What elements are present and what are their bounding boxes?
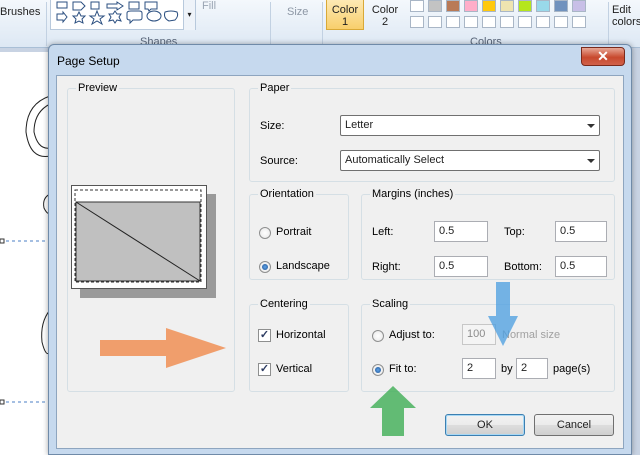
landscape-label[interactable]: Landscape	[276, 260, 330, 272]
palette-swatch[interactable]	[428, 0, 442, 12]
color2-label: Color	[371, 4, 399, 16]
shapes-scroll[interactable]: ▾	[183, 0, 195, 30]
pages-label: page(s)	[553, 363, 591, 375]
palette-swatch[interactable]	[446, 0, 460, 12]
shapes-gallery[interactable]: ▾	[50, 0, 196, 30]
bottom-margin-label: Bottom:	[504, 261, 542, 273]
source-label: Source:	[260, 155, 298, 167]
checkmark-icon: ✓	[259, 363, 270, 375]
palette-swatch[interactable]	[500, 0, 514, 12]
dialog-body: Preview Paper Size: Letter Source: Autom…	[56, 75, 624, 449]
edit-colors-label: Edit	[612, 4, 631, 16]
centering-title: Centering	[258, 298, 310, 310]
orange-arrow-right-icon	[100, 328, 226, 368]
preview-title: Preview	[76, 82, 120, 94]
top-margin-label: Top:	[504, 226, 525, 238]
checkmark-icon: ✓	[259, 329, 270, 341]
page-setup-dialog: Page Setup ✕ Preview Paper Size: Letter	[48, 44, 632, 455]
paper-title: Paper	[258, 82, 292, 94]
ribbon-separator	[270, 2, 271, 46]
right-margin-label: Right:	[372, 261, 401, 273]
palette-swatch[interactable]	[536, 0, 550, 12]
orientation-title: Orientation	[258, 188, 316, 200]
palette-swatch[interactable]	[482, 0, 496, 12]
bottom-margin-input[interactable]: 0.5	[555, 256, 607, 277]
horizontal-checkbox[interactable]: ✓	[258, 329, 271, 342]
palette-swatch[interactable]	[572, 16, 586, 28]
portrait-label[interactable]: Portrait	[276, 226, 311, 238]
adjust-to-radio[interactable]	[372, 330, 384, 342]
palette-swatch[interactable]	[518, 16, 532, 28]
left-margin-label: Left:	[372, 226, 394, 238]
preview-drawing	[74, 189, 202, 283]
fill-button[interactable]: Fill	[202, 0, 216, 12]
close-icon: ✕	[597, 48, 609, 64]
ribbon-separator	[608, 2, 609, 46]
color1-number: 1	[341, 16, 349, 28]
paper-size-value: Letter	[345, 119, 374, 131]
edit-colors-button[interactable]: Edit colors	[612, 4, 640, 28]
margins-title: Margins (inches)	[370, 188, 456, 200]
size-label: Size:	[260, 120, 285, 132]
ribbon: Brushes ▾ Fill Shapes Size Color 1 Color…	[0, 0, 640, 48]
cancel-button[interactable]: Cancel	[534, 414, 614, 436]
paper-source-select[interactable]: Automatically Select	[340, 150, 600, 171]
portrait-radio[interactable]	[259, 227, 271, 239]
scaling-title: Scaling	[370, 298, 411, 310]
left-margin-input[interactable]: 0.5	[434, 221, 488, 242]
centering-group: Centering ✓ Horizontal ✓ Vertical	[249, 298, 349, 392]
dialog-titlebar[interactable]: Page Setup ✕	[49, 45, 631, 75]
fit-to-radio[interactable]	[372, 364, 384, 376]
fit-pages-wide-input[interactable]: 2	[462, 358, 496, 379]
vertical-label[interactable]: Vertical	[276, 363, 312, 375]
palette-swatch[interactable]	[464, 0, 478, 12]
landscape-radio[interactable]	[259, 261, 271, 273]
brushes-button[interactable]: Brushes	[0, 6, 40, 18]
palette-swatch[interactable]	[410, 0, 424, 12]
paper-size-select[interactable]: Letter	[340, 115, 600, 136]
green-arrow-up-icon	[370, 386, 416, 436]
chevron-down-icon	[587, 159, 595, 163]
palette-swatch[interactable]	[464, 16, 478, 28]
right-margin-input[interactable]: 0.5	[434, 256, 488, 277]
color1-button[interactable]: Color 1	[326, 0, 364, 30]
margins-group: Margins (inches) Left: 0.5 Top: 0.5 Righ…	[361, 188, 615, 280]
preview-page	[71, 185, 207, 289]
adjust-to-label[interactable]: Adjust to:	[389, 329, 435, 341]
fit-pages-tall-input[interactable]: 2	[516, 358, 548, 379]
palette-swatch[interactable]	[500, 16, 514, 28]
by-label: by	[501, 363, 513, 375]
edit-colors-label-2: colors	[612, 16, 640, 28]
color1-label: Color	[331, 4, 359, 16]
palette-swatch[interactable]	[554, 0, 568, 12]
paper-group: Paper Size: Letter Source: Automatically…	[249, 82, 615, 182]
palette-swatch[interactable]	[410, 16, 424, 28]
color2-number: 2	[381, 16, 389, 28]
horizontal-label[interactable]: Horizontal	[276, 329, 326, 341]
ribbon-separator	[46, 2, 47, 46]
palette-swatch[interactable]	[428, 16, 442, 28]
palette-swatch[interactable]	[518, 0, 532, 12]
orientation-group: Orientation Portrait Landscape	[249, 188, 349, 280]
size-button[interactable]: Size	[287, 6, 308, 18]
fit-to-label[interactable]: Fit to:	[389, 363, 417, 375]
palette-swatch[interactable]	[554, 16, 568, 28]
paper-source-value: Automatically Select	[345, 154, 445, 166]
top-margin-input[interactable]: 0.5	[555, 221, 607, 242]
blue-arrow-down-icon	[488, 282, 518, 346]
ok-button[interactable]: OK	[445, 414, 525, 436]
chevron-down-icon	[587, 124, 595, 128]
palette-swatch[interactable]	[446, 16, 460, 28]
dialog-title: Page Setup	[57, 54, 120, 68]
palette-swatch[interactable]	[536, 16, 550, 28]
ribbon-separator	[322, 2, 323, 46]
palette-swatch[interactable]	[482, 16, 496, 28]
vertical-checkbox[interactable]: ✓	[258, 363, 271, 376]
shapes-icon	[56, 1, 179, 26]
color2-button[interactable]: Color 2	[368, 4, 402, 28]
palette-swatch[interactable]	[572, 0, 586, 12]
close-button[interactable]: ✕	[581, 47, 625, 66]
